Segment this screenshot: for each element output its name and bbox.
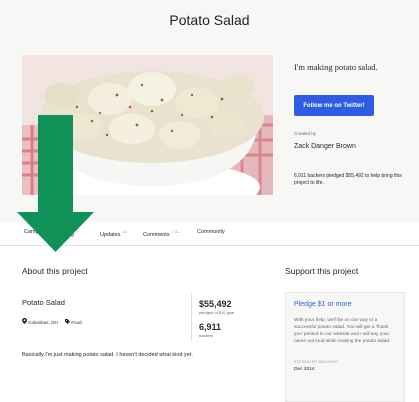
reward-description: With your help, we'll be on our way to a…: [294, 318, 391, 344]
tab-label: FAQ: [63, 231, 75, 238]
tab-faq[interactable]: FAQ7: [63, 229, 78, 238]
project-blurb: I'm making potato salad.: [294, 62, 378, 72]
project-sidebar: I'm making potato salad. Follow me on Tw…: [294, 62, 414, 186]
pledged-amount: $55,492: [199, 299, 232, 309]
tab-campaign[interactable]: Campaign: [24, 229, 49, 235]
backers-count: 6,911: [199, 322, 222, 332]
location-link[interactable]: Columbus, OH: [28, 320, 58, 325]
creator-name-link[interactable]: Zack Danger Brown: [294, 143, 356, 150]
about-heading: About this project: [22, 266, 88, 276]
tab-count: 7,3—: [171, 229, 182, 234]
category-link[interactable]: Food: [71, 320, 81, 325]
tab-comments[interactable]: Comments7,3—: [143, 229, 181, 238]
tab-updates[interactable]: Updates10: [100, 229, 127, 238]
funding-summary: 6,911 backers pledged $55,492 to help br…: [294, 173, 402, 186]
pledged-goal: pledged of $10 goal: [199, 310, 235, 315]
card-divider: [191, 293, 192, 341]
follow-twitter-button[interactable]: Follow me on Twitter!: [294, 95, 374, 116]
tab-label: Updates: [100, 231, 121, 238]
tab-label: Comments: [143, 231, 170, 238]
potato-salad-photo: [22, 55, 273, 195]
delivery-date: Dec 2014: [294, 367, 315, 370]
backers-label: backers: [199, 333, 214, 338]
card-title: Potato Salad: [22, 298, 65, 307]
card-meta: Columbus, OH Food: [22, 318, 82, 325]
tab-count: 10: [122, 229, 127, 234]
project-tabs: Campaign FAQ7 Updates10 Comments7,3— Com…: [0, 222, 419, 246]
created-by-label: Created by: [294, 131, 317, 136]
project-description: Basically I'm just making potato salad. …: [22, 352, 193, 358]
tab-label: Campaign: [24, 229, 50, 235]
support-heading: Support this project: [285, 266, 359, 276]
page-title: Potato Salad: [169, 12, 250, 28]
delivery-label: ESTIMATED DELIVERY: [294, 360, 339, 364]
reward-title: Pledge $1 or more: [294, 301, 352, 308]
tab-community[interactable]: Community: [197, 229, 225, 235]
tab-label: Community: [197, 229, 225, 235]
hero-image[interactable]: [22, 55, 273, 195]
project-card: Potato Salad Columbus, OH Food $55,492 p…: [22, 285, 268, 343]
tab-count: 7: [76, 229, 79, 234]
reward-card[interactable]: Pledge $1 or more With your help, we'll …: [285, 292, 405, 402]
